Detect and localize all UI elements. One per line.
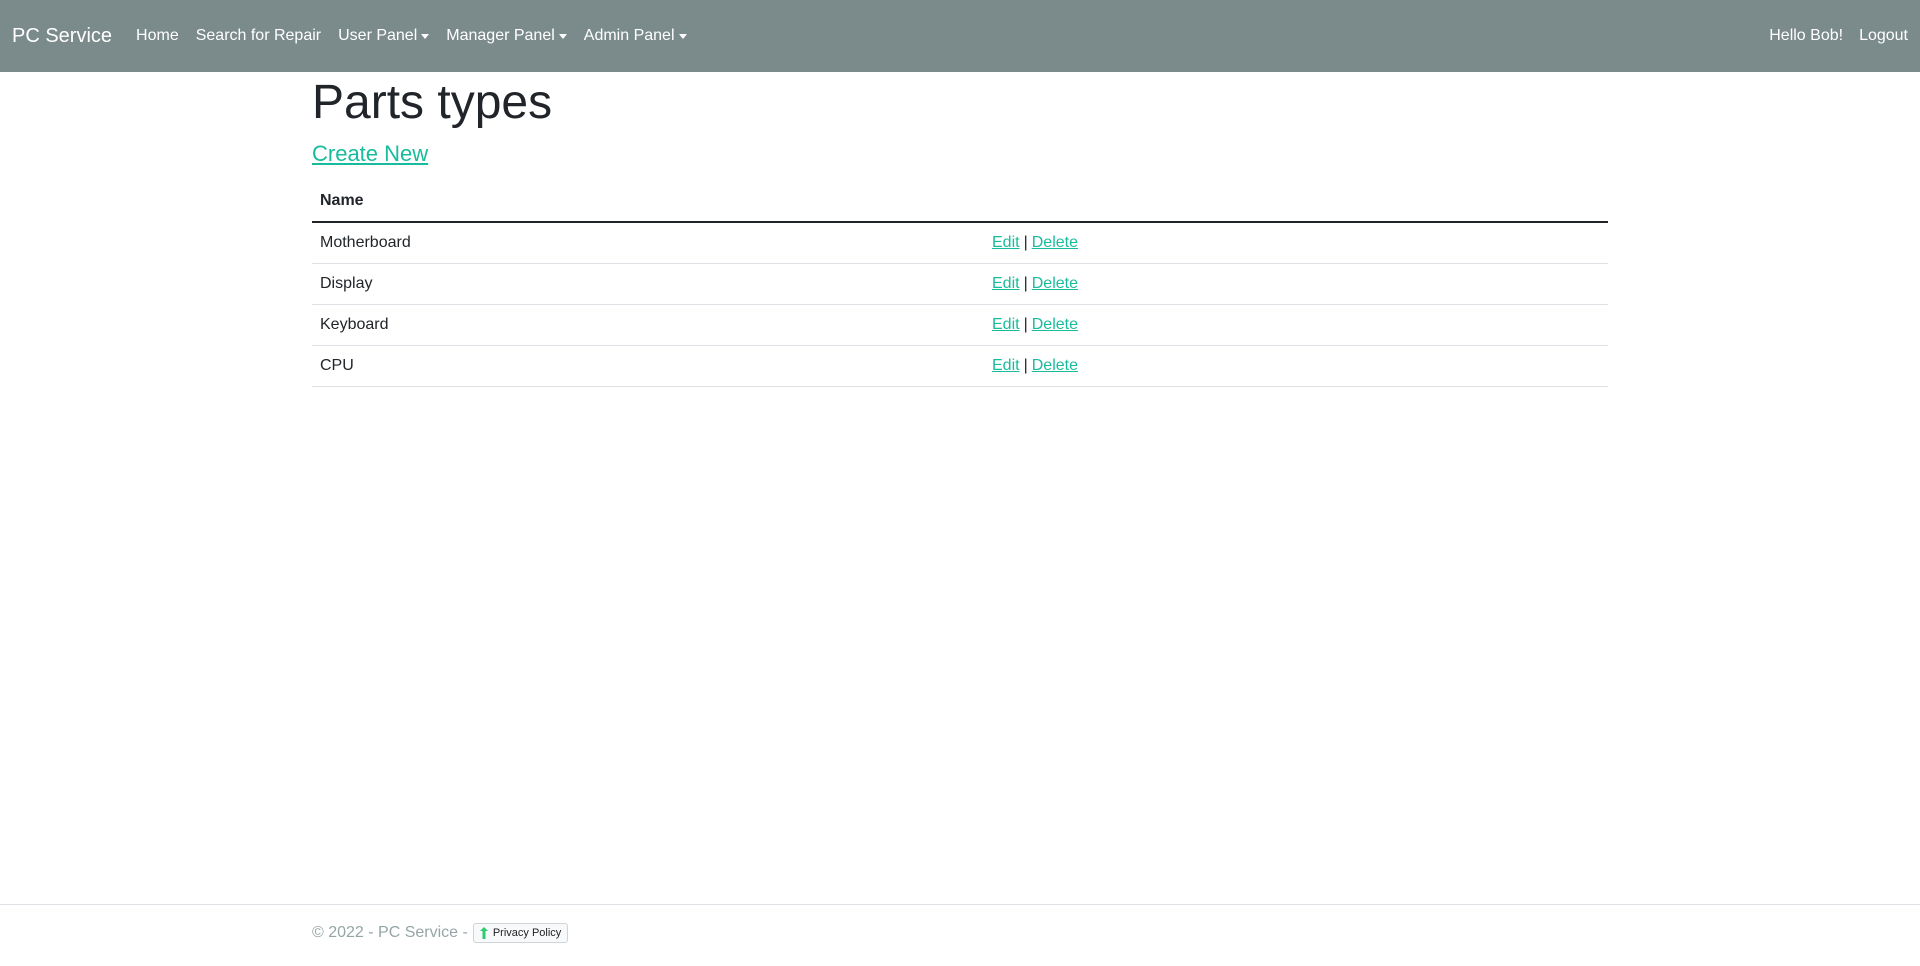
- part-type-name: CPU: [312, 345, 984, 387]
- caret-down-icon: [421, 34, 430, 39]
- row-actions: Edit | Delete: [984, 222, 1608, 264]
- action-separator: |: [1023, 275, 1028, 292]
- brand-link[interactable]: PC Service: [12, 25, 112, 48]
- delete-link[interactable]: Delete: [1032, 234, 1078, 251]
- delete-link[interactable]: Delete: [1032, 316, 1078, 333]
- nav-user-panel-dropdown[interactable]: User Panel: [338, 27, 430, 45]
- nav-home[interactable]: Home: [136, 27, 179, 45]
- user-greeting-link[interactable]: Hello Bob!: [1769, 27, 1843, 45]
- nav-manager-panel-dropdown[interactable]: Manager Panel: [446, 27, 567, 45]
- edit-link[interactable]: Edit: [992, 357, 1020, 374]
- footer-content: © 2022 - PC Service - Privacy Policy: [312, 923, 569, 943]
- edit-link[interactable]: Edit: [992, 234, 1020, 251]
- table-row: CPU Edit | Delete: [312, 345, 1608, 387]
- privacy-policy-label: Privacy Policy: [492, 927, 562, 939]
- parts-types-table: Name Motherboard Edit | Delete Display Edi…: [312, 181, 1608, 387]
- page-title: Parts types: [312, 76, 553, 129]
- row-actions: Edit | Delete: [984, 304, 1608, 346]
- table-row: Keyboard Edit | Delete: [312, 304, 1608, 346]
- caret-down-icon: [558, 34, 567, 39]
- row-actions: Edit | Delete: [984, 263, 1608, 305]
- user-panel-label: User Panel: [338, 27, 418, 44]
- edit-link[interactable]: Edit: [992, 275, 1020, 292]
- nav-user-area: Hello Bob! Logout: [1753, 27, 1908, 45]
- delete-link[interactable]: Delete: [1032, 275, 1078, 292]
- edit-link[interactable]: Edit: [992, 316, 1020, 333]
- main-content: Parts types Create New Name Motherboard …: [312, 72, 1608, 387]
- caret-down-icon: [678, 34, 687, 39]
- logout-button[interactable]: Logout: [1859, 27, 1908, 45]
- top-navbar: PC Service Home Search for Repair User P…: [0, 0, 1920, 72]
- nav-links: Home Search for Repair User Panel Manage…: [136, 27, 703, 45]
- table-row: Display Edit | Delete: [312, 263, 1608, 305]
- nav-admin-panel-dropdown[interactable]: Admin Panel: [584, 27, 687, 45]
- copyright-text: © 2022 - PC Service -: [312, 924, 468, 941]
- row-actions: Edit | Delete: [984, 345, 1608, 387]
- manager-panel-label: Manager Panel: [446, 27, 555, 44]
- part-type-name: Keyboard: [312, 304, 984, 346]
- shield-icon: [479, 927, 488, 939]
- delete-link[interactable]: Delete: [1032, 357, 1078, 374]
- name-column-header: Name: [312, 181, 984, 223]
- action-separator: |: [1023, 316, 1028, 333]
- page-footer: © 2022 - PC Service - Privacy Policy: [0, 904, 1920, 966]
- actions-column-header: [984, 181, 1608, 223]
- nav-search-for-repair[interactable]: Search for Repair: [196, 27, 321, 45]
- admin-panel-label: Admin Panel: [583, 27, 675, 44]
- create-new-link[interactable]: Create New: [312, 141, 428, 167]
- privacy-policy-button[interactable]: Privacy Policy: [472, 923, 569, 943]
- table-header-row: Name: [312, 181, 1608, 223]
- action-separator: |: [1023, 357, 1028, 374]
- table-row: Motherboard Edit | Delete: [312, 222, 1608, 264]
- part-type-name: Motherboard: [312, 222, 984, 264]
- part-type-name: Display: [312, 263, 984, 305]
- action-separator: |: [1023, 234, 1028, 251]
